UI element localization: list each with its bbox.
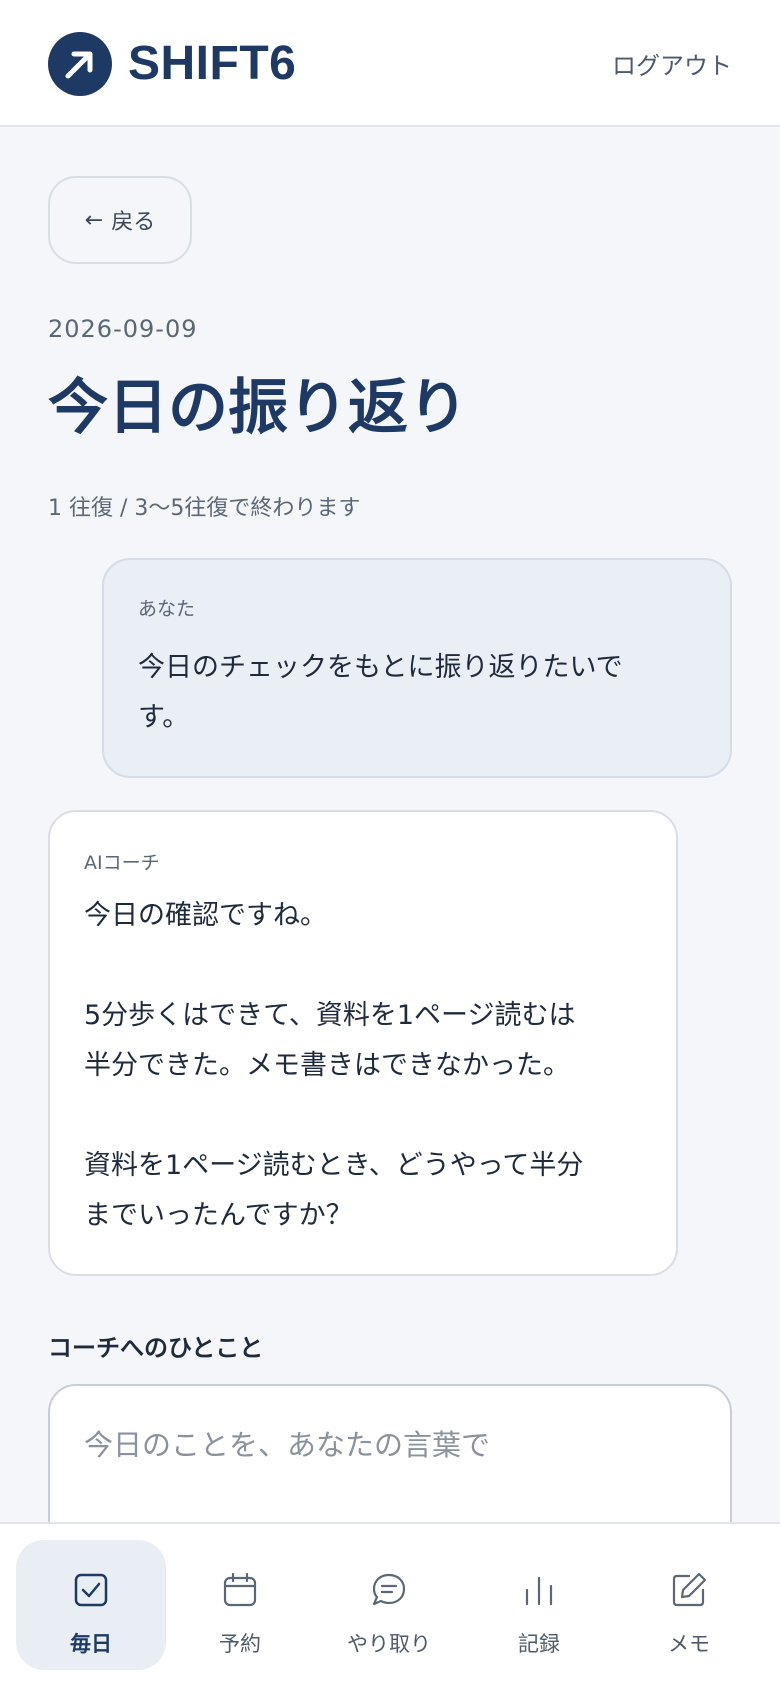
tab-notes[interactable]: メモ [614, 1540, 764, 1670]
tab-daily-label: 毎日 [70, 1632, 112, 1656]
chat-bubble-icon [372, 1573, 406, 1606]
tab-notes-label: メモ [668, 1632, 710, 1656]
tab-records-label: 記録 [518, 1632, 560, 1656]
back-button[interactable]: ← 戻る [48, 176, 192, 264]
back-button-label: 戻る [111, 210, 156, 235]
coach-speaker-label: AIコーチ [84, 852, 160, 874]
user-speaker-label: あなた [138, 598, 196, 620]
coach-message: AIコーチ 今日の確認ですね。 5分歩くはできて、資料を1ページ読むは 半分でき… [48, 810, 678, 1276]
coach-message-text: 今日の確認ですね。 5分歩くはできて、資料を1ページ読むは 半分できた。メモ書き… [84, 900, 584, 1231]
tab-daily[interactable]: 毎日 [16, 1540, 166, 1670]
tab-messages-label: やり取り [347, 1632, 431, 1656]
page-title: 今日の振り返り [48, 373, 468, 443]
back-arrow-icon: ← [84, 207, 104, 233]
app-header: SHIFT6 ログアウト [0, 0, 780, 127]
logout-button[interactable]: ログアウト [612, 46, 732, 81]
checkbox-icon [74, 1573, 108, 1607]
turn-progress: 1 往復 / 3〜5往復で終わります [48, 496, 361, 521]
session-date: 2026-09-09 [48, 315, 198, 343]
user-message: あなた 今日のチェックをもとに振り返りたいで す。 [102, 558, 732, 778]
user-message-text: 今日のチェックをもとに振り返りたいで す。 [138, 652, 623, 733]
tab-reservation[interactable]: 予約 [165, 1540, 315, 1670]
tab-messages[interactable]: やり取り [314, 1540, 464, 1670]
tab-records[interactable]: 記録 [464, 1540, 614, 1670]
edit-note-icon [672, 1572, 707, 1607]
tab-reservation-label: 予約 [219, 1632, 261, 1656]
bar-chart-icon [525, 1576, 553, 1606]
bottom-tab-bar: 毎日 予約 やり取り 記録 メモ [0, 1522, 780, 1688]
logo-text: SHIFT6 [128, 37, 297, 90]
reply-label: コーチへのひとこと [48, 1334, 264, 1362]
logo-arrow-icon [48, 32, 112, 96]
calendar-icon [223, 1572, 257, 1607]
